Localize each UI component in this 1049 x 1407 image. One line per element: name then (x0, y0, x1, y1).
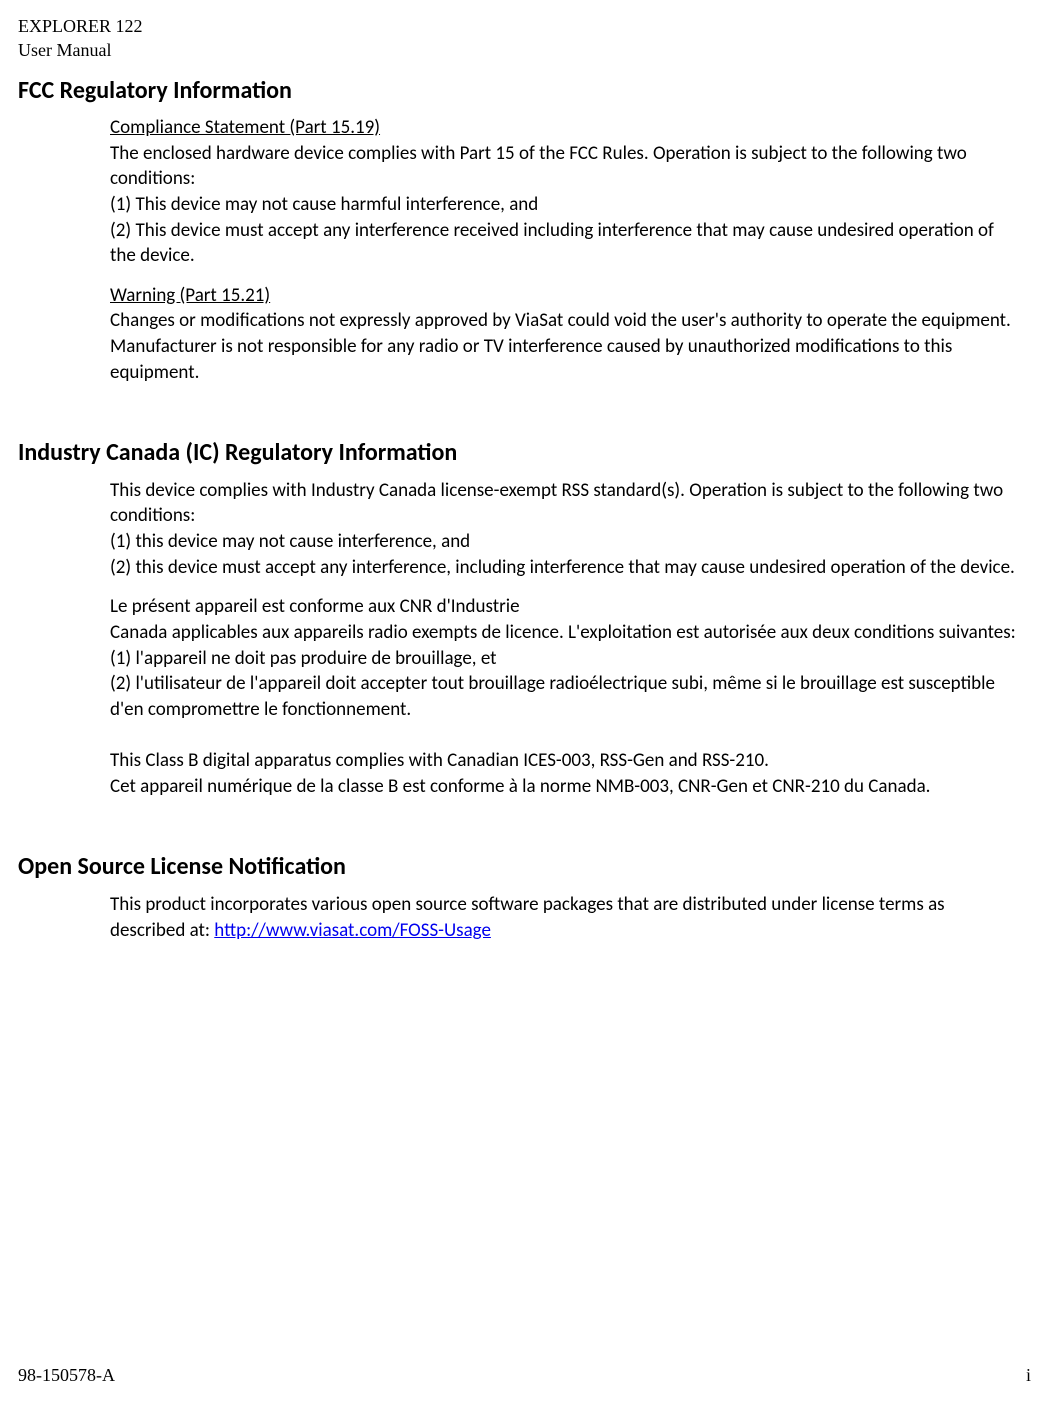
fcc-compliance-line3: (2) This device must accept any interfer… (110, 219, 994, 268)
ic-en-line1: This device complies with Industry Canad… (110, 479, 1003, 528)
foss-usage-link[interactable]: http://www.viasat.com/FOSS-Usage (214, 919, 491, 942)
fcc-warning-block: Warning (Part 15.21) Changes or modifica… (110, 283, 1021, 386)
fcc-warning-heading: Warning (Part 15.21) (110, 284, 270, 307)
ic-fr-line1: Le présent appareil est conforme aux CNR… (110, 595, 520, 618)
ic-fr-line3: (1) l'appareil ne doit pas produire de b… (110, 647, 497, 670)
ic-french-block: Le présent appareil est conforme aux CNR… (110, 594, 1021, 799)
ic-classb-en: This Class B digital apparatus complies … (110, 749, 769, 772)
header-doc-type: User Manual (18, 38, 1031, 62)
section-fcc-title: FCC Regulatory Information (18, 75, 1031, 107)
fcc-compliance-line2: (1) This device may not cause harmful in… (110, 193, 538, 216)
fcc-compliance-heading: Compliance Statement (Part 15.19) (110, 116, 380, 139)
ic-classb-fr: Cet appareil numérique de la classe B es… (110, 775, 930, 798)
fcc-warning-line1: Changes or modifications not expressly a… (110, 309, 1011, 383)
section-ic-title: Industry Canada (IC) Regulatory Informat… (18, 437, 1031, 469)
fcc-compliance-block: Compliance Statement (Part 15.19) The en… (110, 115, 1021, 269)
footer-doc-number: 98-150578-A (18, 1363, 115, 1387)
header-product: EXPLORER 122 (18, 14, 1031, 38)
section-opensource-title: Open Source License Notification (18, 851, 1031, 883)
footer-page-number: i (1026, 1363, 1031, 1387)
opensource-block: This product incorporates various open s… (110, 892, 1021, 943)
ic-fr-line2: Canada applicables aux appareils radio e… (110, 621, 1016, 644)
ic-en-line2: (1) this device may not cause interferen… (110, 530, 470, 553)
fcc-compliance-line1: The enclosed hardware device complies wi… (110, 142, 967, 191)
ic-fr-line4: (2) l'utilisateur de l'appareil doit acc… (110, 672, 995, 721)
page-footer: 98-150578-A i (18, 1363, 1031, 1387)
ic-english-block: This device complies with Industry Canad… (110, 478, 1021, 581)
ic-en-line3: (2) this device must accept any interfer… (110, 556, 1015, 579)
